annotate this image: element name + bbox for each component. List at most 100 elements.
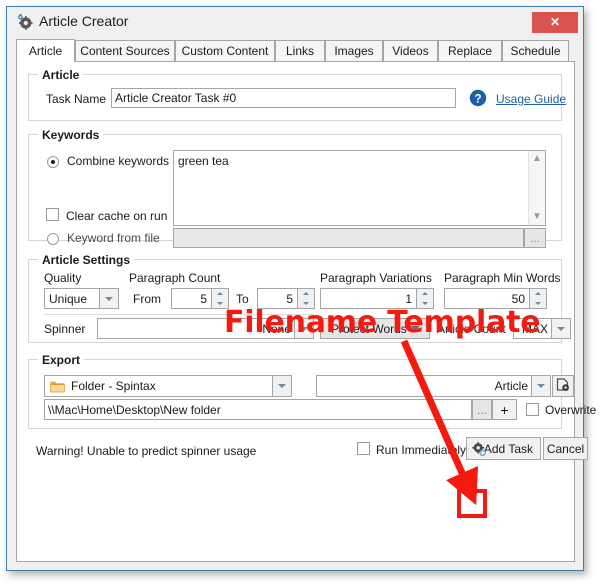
quality-label: Quality	[44, 271, 82, 285]
filename-token-combo[interactable]: Article	[484, 375, 551, 397]
keywords-group: Keywords Combine keywords green tea ▲ ▼ …	[28, 128, 562, 248]
gear-plus-icon	[471, 441, 487, 460]
folder-icon	[50, 380, 65, 396]
export-group: Export Folder - Spintax Article \\Mac\Ho…	[28, 353, 596, 429]
keywords-text: green tea	[178, 154, 229, 168]
article-settings-group: Article Settings Quality Unique Paragrap…	[28, 253, 571, 343]
from-label: From	[133, 292, 161, 306]
paragraph-min-words-input[interactable]	[444, 288, 530, 309]
protect-words-label: Protect Words	[331, 321, 407, 336]
stepper-up-icon[interactable]	[417, 289, 433, 299]
keyword-file-path-input[interactable]	[173, 228, 524, 248]
paragraph-to-input[interactable]	[257, 288, 298, 309]
export-path-input[interactable]	[44, 399, 472, 420]
chevron-down-icon[interactable]	[531, 376, 550, 396]
export-settings-button[interactable]	[552, 375, 574, 397]
checkbox-run-immediately[interactable]	[357, 442, 370, 455]
gear-icon	[16, 13, 34, 31]
divider	[44, 314, 314, 315]
keyword-from-file-label: Keyword from file	[67, 231, 160, 245]
article-count-label: Article Count	[437, 322, 506, 336]
stepper-up-icon[interactable]	[212, 289, 228, 299]
chevron-down-icon[interactable]	[410, 326, 420, 331]
chevron-down-icon[interactable]: ▼	[529, 209, 545, 225]
tab-images[interactable]: Images	[325, 40, 383, 62]
tab-replace[interactable]: Replace	[438, 40, 502, 62]
checkbox-overwrite[interactable]	[526, 403, 539, 416]
tab-videos[interactable]: Videos	[383, 40, 438, 62]
title-bar: Article Creator ✕	[7, 7, 583, 37]
spinner-label: Spinner	[44, 322, 86, 336]
gear-settings-icon	[555, 377, 571, 396]
chevron-down-icon[interactable]	[551, 319, 570, 338]
spinner-combo[interactable]: None	[97, 318, 314, 339]
cancel-button[interactable]: Cancel	[543, 437, 588, 460]
spinner-value: None	[262, 322, 291, 336]
chevron-down-icon[interactable]	[99, 289, 118, 308]
add-task-label: Add Task	[483, 441, 533, 456]
paragraph-variations-label: Paragraph Variations	[320, 271, 432, 285]
chevron-down-icon[interactable]	[272, 376, 291, 396]
stepper-down-icon[interactable]	[530, 299, 546, 309]
tab-bar: Article Content Sources Custom Content Link…	[16, 39, 575, 62]
paragraph-from-stepper[interactable]	[212, 288, 229, 309]
tab-schedule[interactable]: Schedule	[502, 40, 569, 62]
chevron-up-icon[interactable]: ▲	[529, 151, 545, 167]
export-format-value: Folder - Spintax	[71, 379, 156, 393]
task-name-label: Task Name	[46, 92, 107, 106]
keywords-scrollbar[interactable]: ▲ ▼	[528, 151, 545, 225]
window-title: Article Creator	[39, 13, 129, 29]
article-count-combo[interactable]: MAX	[513, 318, 571, 339]
radio-combine-keywords[interactable]	[47, 156, 59, 168]
quality-combo[interactable]: Unique	[44, 288, 119, 309]
chevron-down-icon[interactable]	[294, 319, 313, 338]
tab-custom-content[interactable]: Custom Content	[175, 40, 275, 62]
article-group: Article Task Name ? Usage Guide	[28, 68, 566, 121]
task-name-input[interactable]	[111, 88, 456, 108]
close-icon[interactable]: ✕	[532, 12, 578, 33]
quality-value: Unique	[49, 292, 88, 306]
paragraph-from-input[interactable]	[171, 288, 212, 309]
paragraph-to-stepper[interactable]	[298, 288, 315, 309]
add-export-path-button[interactable]: +	[492, 399, 517, 420]
checkbox-clear-cache[interactable]	[46, 208, 59, 221]
add-task-button[interactable]: Add Task	[466, 437, 541, 460]
tab-article[interactable]: Article	[16, 39, 75, 62]
paragraph-min-words-label: Paragraph Min Words	[444, 271, 561, 285]
browse-keyword-file-button[interactable]: ...	[524, 228, 546, 248]
article-creator-window: Article Creator ✕ Article Content Sources…	[6, 6, 596, 571]
to-label: To	[236, 292, 249, 306]
stepper-up-icon[interactable]	[530, 289, 546, 299]
svg-text:?: ?	[474, 93, 481, 105]
combine-keywords-label: Combine keywords	[67, 154, 170, 168]
run-immediately-label: Run Immediately	[376, 443, 467, 457]
usage-guide-link[interactable]: Usage Guide	[496, 92, 566, 106]
article-group-title: Article	[38, 68, 84, 82]
keywords-group-title: Keywords	[38, 128, 104, 142]
filename-token-value: Article	[494, 379, 528, 393]
question-mark-icon[interactable]: ?	[469, 89, 487, 110]
browse-export-path-button[interactable]: ...	[472, 399, 492, 420]
paragraph-variations-input[interactable]	[320, 288, 417, 309]
export-group-title: Export	[38, 353, 85, 367]
paragraph-variations-stepper[interactable]	[417, 288, 434, 309]
clear-cache-label: Clear cache on run	[66, 209, 168, 223]
stepper-down-icon[interactable]	[417, 299, 433, 309]
tab-panel-article: Article Task Name ? Usage Guide Keywords…	[16, 62, 596, 562]
filename-template-input[interactable]	[316, 375, 505, 397]
keywords-textarea[interactable]: green tea ▲ ▼	[173, 150, 546, 226]
export-format-combo[interactable]: Folder - Spintax	[44, 375, 292, 397]
radio-keyword-from-file[interactable]	[47, 233, 59, 245]
stepper-down-icon[interactable]	[298, 299, 314, 309]
tab-content-sources[interactable]: Content Sources	[75, 40, 175, 62]
article-count-value: MAX	[521, 322, 548, 336]
stepper-down-icon[interactable]	[212, 299, 228, 309]
stepper-up-icon[interactable]	[298, 289, 314, 299]
paragraph-count-label: Paragraph Count	[129, 271, 221, 285]
article-settings-group-title: Article Settings	[38, 253, 135, 267]
overwrite-label: Overwrite	[545, 403, 597, 417]
tab-links[interactable]: Links	[275, 40, 325, 62]
protect-words-button[interactable]: Protect Words	[320, 318, 430, 339]
paragraph-min-words-stepper[interactable]	[530, 288, 547, 309]
warning-text: Warning! Unable to predict spinner usage	[36, 444, 257, 458]
